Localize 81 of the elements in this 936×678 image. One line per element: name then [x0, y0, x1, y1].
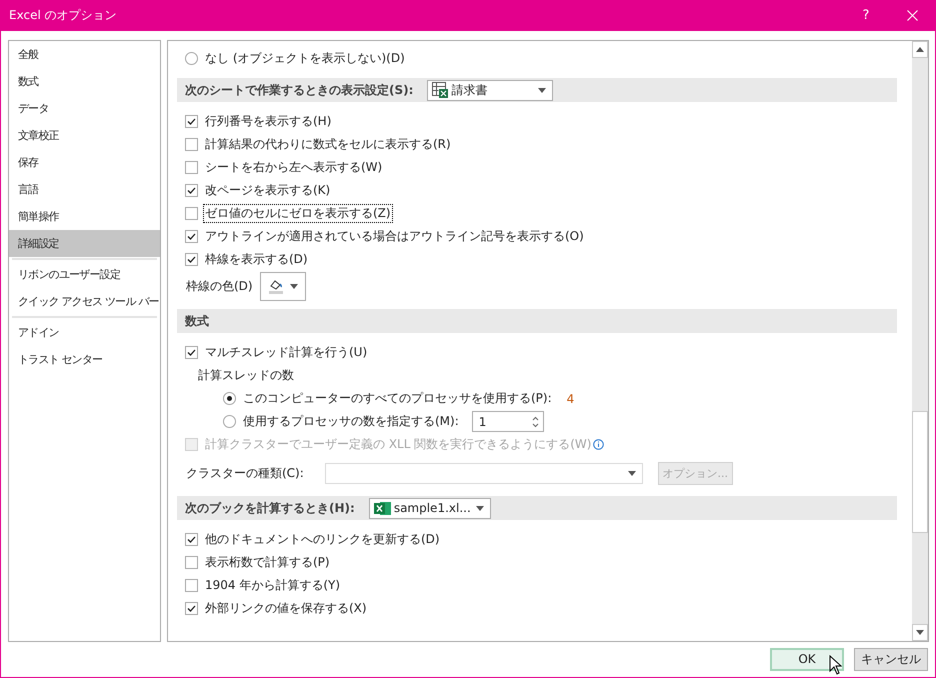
down-arrow-icon — [916, 630, 924, 635]
sidebar-item[interactable]: クイック アクセス ツール バー — [9, 288, 160, 315]
checkbox[interactable] — [185, 184, 198, 197]
radio-button[interactable] — [223, 392, 236, 405]
radio-label: このコンピューターのすべてのプロセッサを使用する(P): — [242, 390, 553, 407]
check-icon — [187, 187, 196, 194]
checkbox-label: アウトラインが適用されている場合はアウトライン記号を表示する(O) — [204, 228, 585, 245]
sidebar-item[interactable]: 文章校正 — [9, 122, 160, 149]
checkbox-label: 表示桁数で計算する(P) — [204, 554, 331, 571]
caret-icon — [290, 284, 298, 288]
checkbox[interactable] — [185, 533, 198, 546]
sidebar-item[interactable]: 簡単操作 — [9, 203, 160, 230]
radio-button[interactable] — [223, 415, 236, 428]
sidebar-item[interactable]: 数式 — [9, 68, 160, 95]
scroll-down-button[interactable] — [912, 624, 928, 641]
radio-label: なし (オブジェクトを表示しない)(D) — [204, 50, 406, 67]
checkbox-label: 他のドキュメントへのリンクを更新する(D) — [204, 531, 441, 548]
paint-bucket-icon — [268, 278, 284, 294]
caret-icon — [628, 470, 636, 476]
dropdown[interactable]: sample1.xl... — [368, 498, 491, 518]
checkbox-label: 外部リンクの値を保存する(X) — [204, 600, 368, 617]
checkbox[interactable] — [185, 556, 198, 569]
checkbox-label: 計算クラスターでユーザー定義の XLL 関数を実行できるようにする(W) — [204, 436, 592, 453]
scrollbar[interactable] — [911, 41, 928, 641]
dialog-button[interactable]: キャンセル — [854, 648, 928, 670]
caret-icon — [538, 88, 546, 92]
checkbox-label: マルチスレッド計算を行う(U) — [204, 344, 368, 361]
checkbox-label: 計算結果の代わりに数式をセルに表示する(R) — [204, 136, 452, 153]
field-label: クラスターの種類(C): — [185, 464, 305, 482]
check-icon — [187, 605, 196, 612]
cursor-icon — [829, 655, 842, 675]
checkbox-label: 1904 年から計算する(Y) — [204, 577, 342, 594]
check-icon — [187, 349, 196, 356]
checkbox-label: 枠線を表示する(D) — [204, 251, 309, 268]
scroll-thumb[interactable] — [912, 411, 928, 533]
radio-label: 使用するプロセッサの数を指定する(M): — [242, 413, 460, 430]
spin-arrows-icon — [532, 416, 539, 428]
check-icon — [187, 256, 196, 263]
section-title: 次のブックを計算するとき(H): — [185, 500, 355, 516]
cluster-type-select[interactable] — [324, 462, 643, 484]
help-button[interactable]: ? — [843, 0, 889, 31]
dropdown[interactable]: 請求書 — [427, 80, 554, 100]
up-arrow-icon — [916, 47, 924, 52]
checkbox[interactable] — [185, 230, 198, 243]
sheet-icon — [432, 82, 448, 98]
check-icon — [187, 536, 196, 543]
checkbox[interactable] — [185, 602, 198, 615]
checkbox-label: 改ページを表示する(K) — [204, 182, 332, 199]
checkbox[interactable] — [185, 346, 198, 359]
checkbox[interactable] — [185, 138, 198, 151]
checkbox-label: シートを右から左へ表示する(W) — [204, 159, 384, 176]
checkbox[interactable] — [185, 207, 198, 220]
section-title: 次のシートで作業するときの表示設定(S): — [185, 82, 414, 98]
processor-count: 4 — [566, 392, 574, 406]
sidebar-item[interactable]: データ — [9, 95, 160, 122]
section-title: 数式 — [185, 312, 209, 330]
scroll-up-button[interactable] — [912, 41, 928, 58]
number-spinner[interactable]: 1 — [472, 411, 544, 432]
sidebar-item[interactable]: リボンのユーザー設定 — [9, 261, 160, 288]
checkbox[interactable] — [185, 253, 198, 266]
checkbox[interactable] — [185, 579, 198, 592]
color-picker[interactable] — [260, 272, 306, 300]
field-label: 枠線の色(D) — [185, 278, 254, 294]
group-label: 計算スレッドの数 — [197, 367, 295, 384]
sidebar-item[interactable]: アドイン — [9, 319, 160, 346]
sidebar-item[interactable]: 全般 — [9, 41, 160, 68]
radio-button[interactable] — [185, 52, 198, 65]
checkbox-label: ゼロ値のセルにゼロを表示する(Z) — [204, 205, 392, 222]
check-icon — [187, 233, 196, 240]
close-icon — [906, 10, 918, 21]
sidebar-item[interactable]: トラスト センター — [9, 346, 160, 373]
checkbox[interactable] — [185, 161, 198, 174]
checkbox[interactable] — [185, 115, 198, 128]
sidebar-item[interactable]: 保存 — [9, 149, 160, 176]
sidebar-item[interactable]: 詳細設定 — [9, 230, 160, 257]
caret-icon — [476, 506, 484, 510]
checkbox-label: 行列番号を表示する(H) — [204, 113, 332, 130]
window-title: Excel のオプション — [9, 7, 118, 24]
sidebar-item[interactable]: 言語 — [9, 176, 160, 203]
spreadsheet-icon — [374, 500, 391, 516]
check-icon — [187, 118, 196, 125]
